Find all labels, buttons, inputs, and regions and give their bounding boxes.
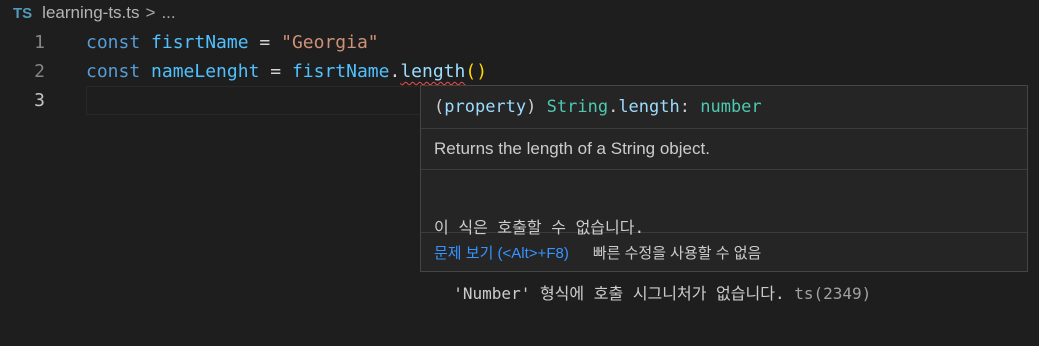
typescript-file-icon: TS bbox=[13, 4, 33, 22]
code-token: nameLenght bbox=[151, 61, 260, 82]
error-text: 'Number' 형식에 호출 시그니처가 없습니다. bbox=[434, 284, 785, 303]
signature-close-paren: ) bbox=[526, 97, 537, 117]
signature-type: String bbox=[546, 97, 609, 117]
view-problem-link[interactable]: 문제 보기 (<Alt>+F8) bbox=[434, 242, 569, 263]
breadcrumb: TS learning-ts.ts > ... bbox=[0, 0, 1039, 26]
code-token: const bbox=[86, 32, 141, 53]
code-token: fisrtName bbox=[291, 61, 390, 82]
hover-signature: (property) String.length: number bbox=[421, 86, 1027, 129]
line-number: 1 bbox=[34, 32, 45, 53]
code-token: = bbox=[259, 32, 271, 53]
signature-property: length bbox=[618, 97, 680, 117]
line-number: 3 bbox=[34, 90, 45, 111]
breadcrumb-more[interactable]: ... bbox=[161, 3, 175, 23]
code-content[interactable]: const nameLenght = fisrtName.length() bbox=[86, 57, 487, 86]
error-squiggle-token[interactable]: length bbox=[400, 61, 465, 82]
signature-open-paren: ( bbox=[434, 97, 445, 117]
code-token: fisrtName bbox=[151, 32, 249, 53]
code-line[interactable]: 1 const fisrtName = "Georgia" bbox=[0, 28, 1039, 57]
no-quick-fix-label: 빠른 수정을 사용할 수 없음 bbox=[592, 244, 762, 262]
signature-dot: . bbox=[608, 97, 619, 117]
code-token: "Georgia" bbox=[281, 32, 379, 53]
signature-kind: property bbox=[444, 97, 527, 117]
hover-tooltip: (property) String.length: number Returns… bbox=[420, 85, 1028, 303]
signature-colon: : bbox=[679, 97, 690, 117]
hover-documentation: Returns the length of a String object. bbox=[421, 129, 1027, 170]
breadcrumb-file[interactable]: learning-ts.ts bbox=[42, 3, 139, 23]
code-token: . bbox=[389, 61, 401, 82]
code-content[interactable]: const fisrtName = "Georgia" bbox=[86, 28, 379, 57]
line-number: 2 bbox=[34, 61, 45, 82]
code-line[interactable]: 2 const nameLenght = fisrtName.length() bbox=[0, 57, 1039, 86]
error-code: ts(2349) bbox=[794, 284, 872, 303]
chevron-right-icon: > bbox=[145, 3, 156, 22]
hover-error-message: 이 식은 호출할 수 없습니다. 'Number' 형식에 호출 시그니처가 없… bbox=[421, 170, 1027, 303]
error-line-2: 'Number' 형식에 호출 시그니처가 없습니다. ts(2349) bbox=[434, 280, 1014, 308]
code-token: () bbox=[465, 61, 488, 82]
code-token: = bbox=[270, 61, 282, 82]
code-token: const bbox=[86, 61, 141, 82]
signature-return-type: number bbox=[700, 97, 762, 117]
